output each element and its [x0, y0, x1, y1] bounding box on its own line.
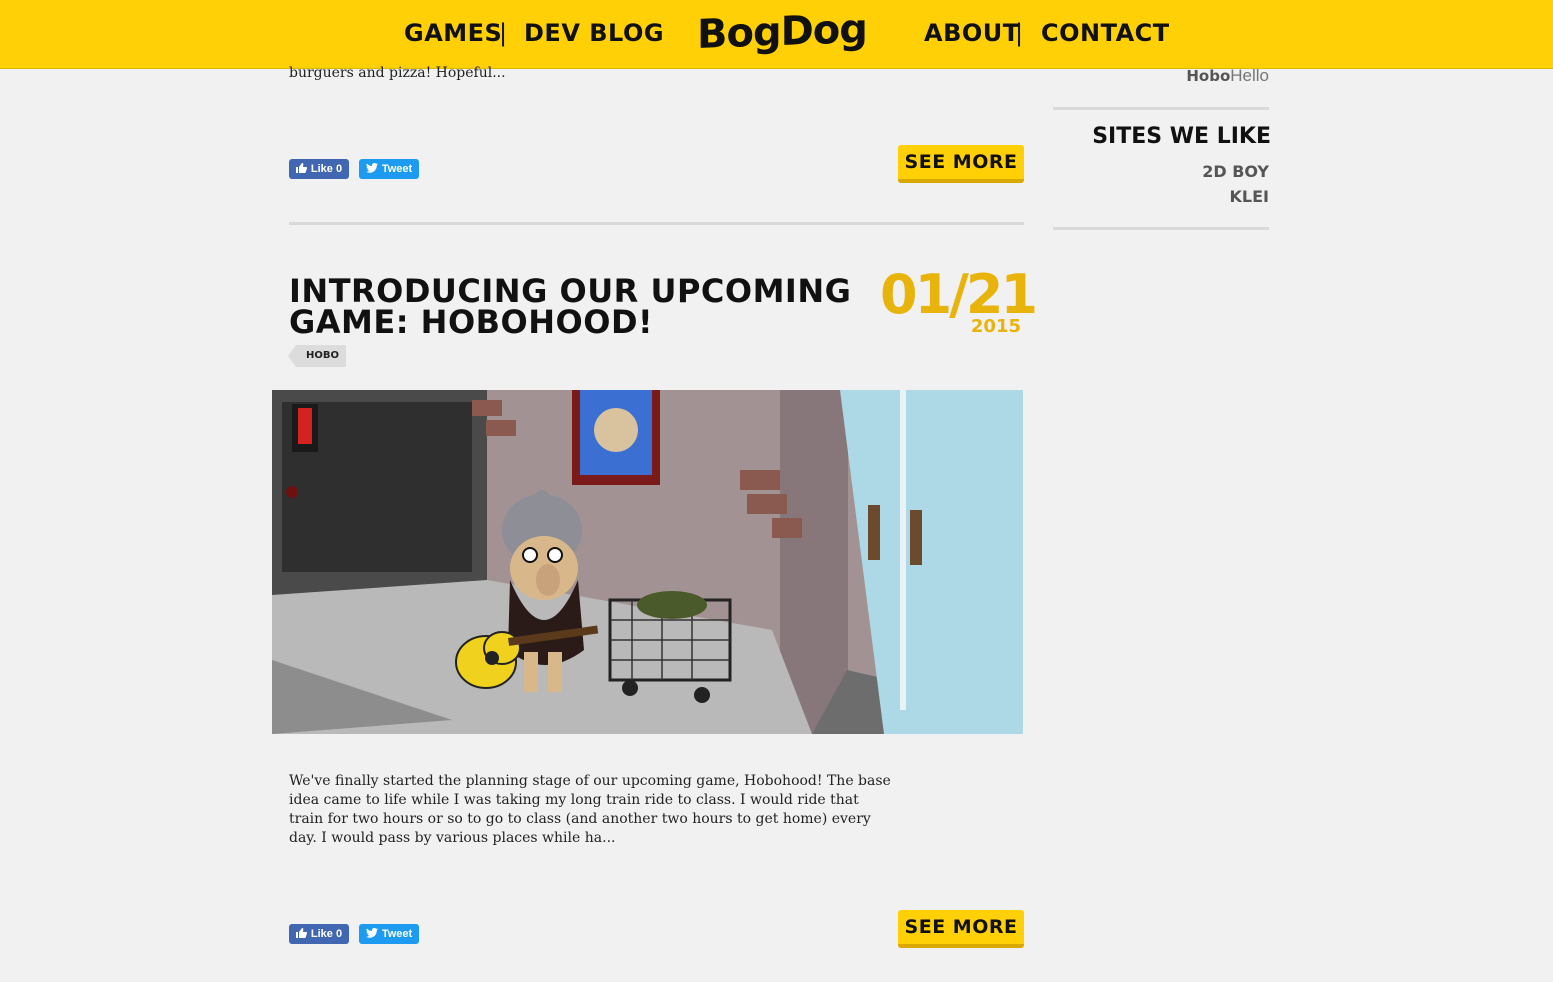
nav-games[interactable]: Games	[404, 18, 502, 48]
post-social: Like 0 Tweet	[289, 924, 419, 944]
hobohood-illustration	[272, 390, 1023, 734]
twitter-bird-icon	[365, 162, 378, 176]
site-link-klei[interactable]: Klei	[1053, 187, 1269, 206]
facebook-like-button[interactable]: Like 0	[289, 924, 349, 944]
see-more-button[interactable]: See More	[898, 145, 1024, 183]
post-tag[interactable]: Hobo	[288, 345, 346, 367]
sidebar-divider	[1053, 227, 1269, 230]
previous-post-excerpt: burguers and pizza! Hopeful...	[289, 65, 506, 81]
sidebar-divider	[1053, 107, 1269, 110]
tweet-label: Tweet	[381, 163, 413, 175]
nav-separator: |	[499, 19, 508, 47]
post-excerpt: We've finally started the planning stage…	[289, 773, 891, 846]
bogdog-logo[interactable]: BogDog	[697, 6, 867, 58]
previous-post-social: Like 0 Tweet	[289, 159, 419, 179]
thumbs-up-icon	[295, 927, 307, 941]
sidebar-tag-item[interactable]: HoboHello	[1053, 66, 1269, 86]
thumbs-up-icon	[295, 162, 307, 176]
sidebar-tag-hobo: Hobo	[1186, 67, 1231, 85]
site-link-2d-boy[interactable]: 2D Boy	[1053, 162, 1269, 181]
twitter-bird-icon	[365, 927, 378, 941]
sidebar-tag-hello: Hello	[1230, 66, 1269, 85]
like-label: Like 0	[310, 163, 343, 175]
tweet-label: Tweet	[381, 928, 413, 940]
post-year: 2015	[970, 316, 1021, 337]
tweet-button[interactable]: Tweet	[359, 159, 419, 179]
top-navigation-bar: Games | Dev Blog BogDog About | Contact	[0, 0, 1553, 69]
like-label: Like 0	[310, 928, 343, 940]
nav-contact[interactable]: Contact	[1041, 18, 1170, 48]
post-featured-image[interactable]	[272, 390, 1023, 734]
facebook-like-button[interactable]: Like 0	[289, 159, 349, 179]
nav-separator: |	[1015, 19, 1024, 47]
sites-we-like-heading: Sites we like	[1092, 124, 1271, 149]
tweet-button[interactable]: Tweet	[359, 924, 419, 944]
see-more-button[interactable]: See More	[898, 910, 1024, 948]
nav-about[interactable]: About	[924, 18, 1020, 48]
post-title[interactable]: Introducing our upcoming game: Hobohood!	[289, 275, 889, 338]
post-divider	[289, 222, 1024, 225]
nav-dev-blog[interactable]: Dev Blog	[524, 18, 664, 48]
